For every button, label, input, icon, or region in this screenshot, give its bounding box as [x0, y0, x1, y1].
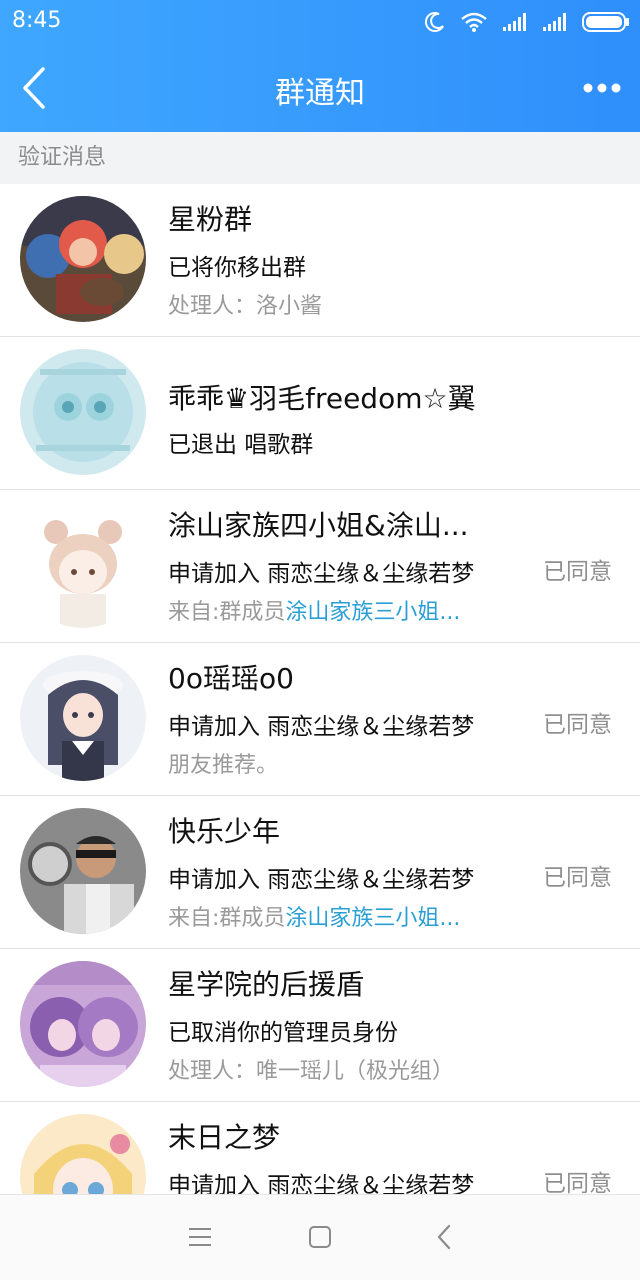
item-sub: 朋友推荐。	[168, 747, 278, 779]
member-link[interactable]: 涂山家族三小姐...	[285, 600, 460, 625]
list-item[interactable]: 乖乖♛羽毛freedom☆翼 已退出 唱歌群	[0, 337, 640, 490]
status-label: 已同意	[543, 1171, 612, 1194]
avatar	[20, 196, 146, 322]
page-title: 群通知	[275, 76, 365, 111]
menu-button[interactable]	[180, 1217, 220, 1257]
wifi-icon	[461, 12, 487, 32]
list-item[interactable]: 0o瑶瑶o0 申请加入 雨恋尘缘＆尘缘若梦 朋友推荐。 已同意	[0, 643, 640, 796]
header: 8:45 群通知	[0, 0, 640, 132]
member-link[interactable]: 涂山家族三小姐...	[285, 906, 460, 931]
item-title: 快乐少年	[168, 815, 281, 848]
item-title: 乖乖♛羽毛freedom☆翼	[168, 382, 476, 415]
item-sub-text: 处理人：洛小酱	[168, 294, 323, 319]
system-nav-bar	[0, 1194, 640, 1280]
item-sub: 来自:群成员涂山家族三小姐...	[168, 900, 460, 932]
status-label: 已同意	[543, 559, 612, 585]
notification-list: 星粉群 已将你移出群 处理人：洛小酱 乖乖♛羽毛freedom☆翼 已退出 唱歌…	[0, 184, 640, 1194]
item-sub: 处理人：唯一瑶儿（极光组）	[168, 1053, 454, 1085]
item-sub: 来自:群成员涂山家族三小姐...	[168, 594, 460, 626]
status-time: 8:45	[12, 8, 62, 33]
back-icon	[437, 1224, 451, 1250]
item-desc: 已取消你的管理员身份	[168, 1020, 398, 1046]
battery-icon	[582, 12, 629, 32]
item-desc: 已退出 唱歌群	[168, 432, 314, 458]
status-icons	[424, 10, 630, 34]
moon-icon	[424, 12, 444, 33]
item-desc: 申请加入 雨恋尘缘＆尘缘若梦	[168, 867, 475, 893]
signal-icon	[503, 13, 526, 31]
item-sub-text: 朋友推荐。	[168, 753, 279, 778]
avatar	[20, 655, 146, 781]
list-item[interactable]: 星粉群 已将你移出群 处理人：洛小酱	[0, 184, 640, 337]
avatar	[20, 808, 146, 934]
avatar	[20, 1114, 146, 1194]
avatar	[20, 349, 146, 475]
item-desc: 申请加入 雨恋尘缘＆尘缘若梦	[168, 561, 475, 587]
list-item[interactable]: 快乐少年 申请加入 雨恋尘缘＆尘缘若梦 来自:群成员涂山家族三小姐... 已同意	[0, 796, 640, 949]
item-title: 星粉群	[168, 203, 253, 236]
status-label: 已同意	[543, 712, 612, 738]
menu-icon	[189, 1228, 211, 1246]
item-sub: 处理人：洛小酱	[168, 288, 322, 320]
signal-icon	[543, 13, 566, 31]
list-item[interactable]: 末日之梦 申请加入 雨恋尘缘＆尘缘若梦 已同意	[0, 1102, 640, 1194]
home-icon	[309, 1226, 331, 1248]
item-sub-text: 来自:群成员	[168, 600, 286, 625]
status-label: 已同意	[543, 865, 612, 891]
item-desc: 申请加入 雨恋尘缘＆尘缘若梦	[168, 1173, 475, 1194]
item-title: 涂山家族四小姐&涂山...	[168, 509, 469, 542]
item-title: 0o瑶瑶o0	[168, 662, 294, 695]
item-title: 末日之梦	[168, 1121, 281, 1154]
list-item[interactable]: 涂山家族四小姐&涂山... 申请加入 雨恋尘缘＆尘缘若梦 来自:群成员涂山家族三…	[0, 490, 640, 643]
status-bar: 8:45	[0, 0, 640, 44]
home-button[interactable]	[300, 1217, 340, 1257]
item-sub-text: 来自:群成员	[168, 906, 286, 931]
item-title: 星学院的后援盾	[168, 968, 365, 1001]
more-button[interactable]	[574, 68, 630, 108]
list-item[interactable]: 星学院的后援盾 已取消你的管理员身份 处理人：唯一瑶儿（极光组）	[0, 949, 640, 1102]
avatar	[20, 961, 146, 1087]
title-bar: 群通知	[0, 44, 640, 132]
avatar	[20, 502, 146, 628]
system-back-button[interactable]	[424, 1217, 464, 1257]
more-icon	[583, 83, 621, 93]
item-sub-text: 处理人：唯一瑶儿（极光组）	[168, 1059, 455, 1084]
item-desc: 申请加入 雨恋尘缘＆尘缘若梦	[168, 714, 475, 740]
item-desc: 已将你移出群	[168, 255, 306, 281]
section-header: 验证消息	[0, 132, 640, 184]
